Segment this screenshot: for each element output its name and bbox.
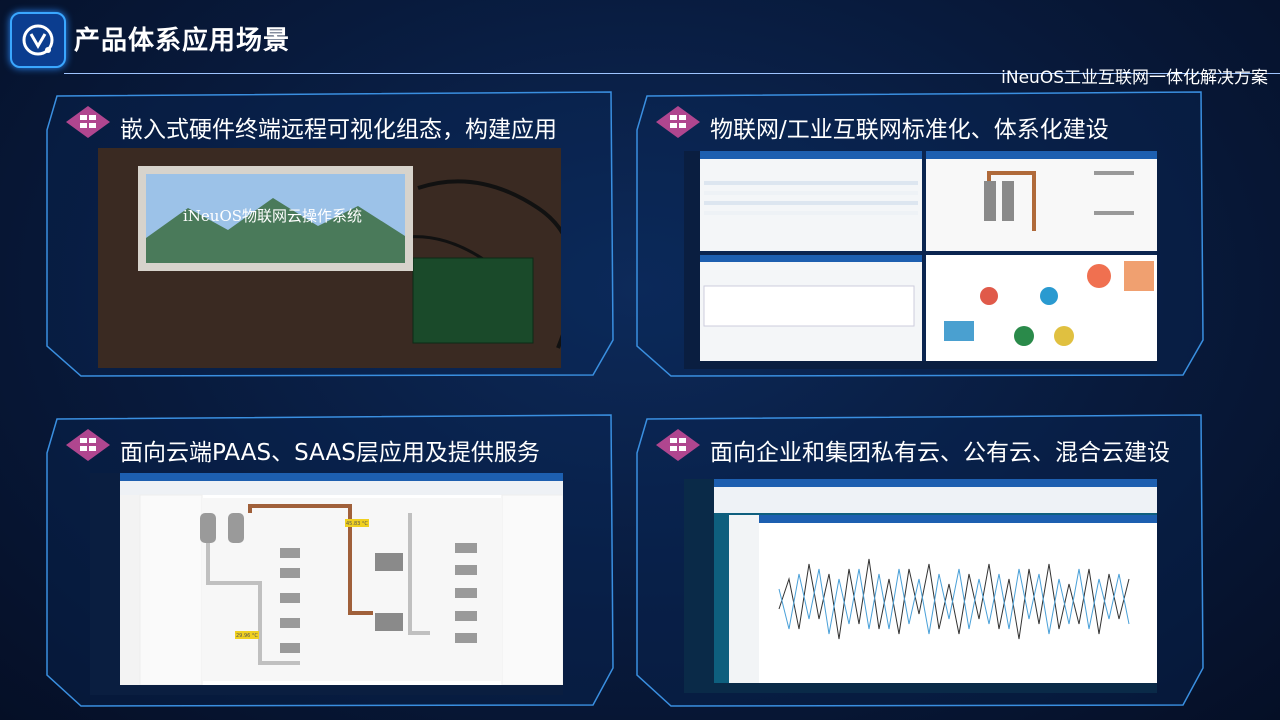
menu-badge-icon bbox=[656, 106, 700, 138]
panel-heading: 面向企业和集团私有云、公有云、混合云建设 bbox=[710, 440, 1170, 466]
panel-cloud-paas-saas: 面向云端PAAS、SAAS层应用及提供服务 45.83 °C 29.96 °C bbox=[45, 413, 615, 707]
screen-text: iNeuOS物联网云操作系统 bbox=[183, 207, 362, 225]
temp-readout: 45.83 °C bbox=[346, 521, 368, 527]
panel-heading: 面向云端PAAS、SAAS层应用及提供服务 bbox=[120, 440, 540, 466]
panel-embedded-terminal: 嵌入式硬件终端远程可视化组态，构建应用 iNeuOS物联网云操作系统 bbox=[45, 90, 615, 378]
panel-iot-standard: 物联网/工业互联网标准化、体系化建设 bbox=[635, 90, 1205, 378]
page-title: 产品体系应用场景 bbox=[74, 26, 291, 56]
panel-heading: 嵌入式硬件终端远程可视化组态，构建应用 bbox=[120, 117, 557, 143]
menu-badge-icon bbox=[66, 429, 110, 461]
menu-badge-icon bbox=[66, 106, 110, 138]
scada-screenshot: 45.83 °C 29.96 °C bbox=[90, 473, 563, 695]
app-logo bbox=[10, 12, 66, 68]
page-subtitle: iNeuOS工业互联网一体化解决方案 bbox=[1001, 68, 1268, 88]
temp-readout: 29.96 °C bbox=[236, 633, 258, 639]
software-screenshot bbox=[684, 151, 1157, 369]
panel-enterprise-cloud: 面向企业和集团私有云、公有云、混合云建设 bbox=[635, 413, 1205, 707]
menu-badge-icon bbox=[656, 429, 700, 461]
trend-screenshot bbox=[684, 479, 1157, 693]
device-photo: iNeuOS物联网云操作系统 bbox=[98, 148, 561, 368]
logo-icon bbox=[22, 24, 54, 56]
panel-heading: 物联网/工业互联网标准化、体系化建设 bbox=[710, 117, 1109, 143]
